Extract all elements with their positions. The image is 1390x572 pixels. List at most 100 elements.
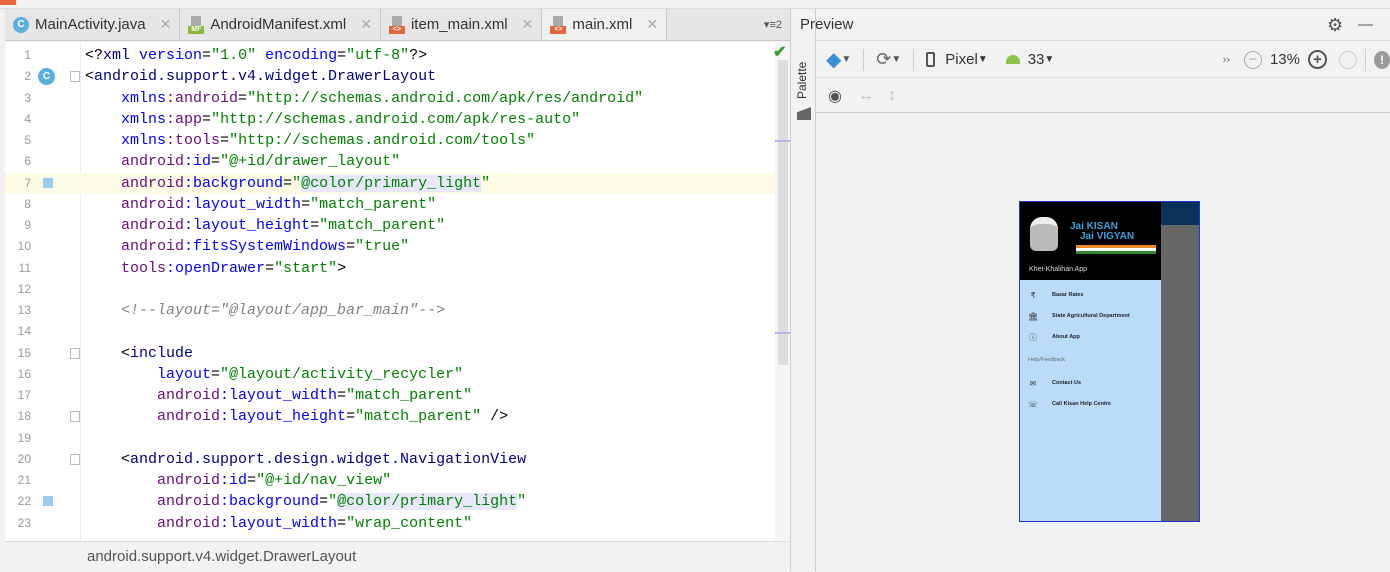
zoom-to-fit-icon[interactable] — [1339, 50, 1357, 69]
color-swatch-icon[interactable] — [43, 177, 53, 188]
fold-icon[interactable] — [70, 347, 80, 359]
code-token: xmlns — [121, 89, 167, 107]
design-surface-button[interactable]: ◆ ▼ — [826, 47, 851, 72]
code-line[interactable]: 7 android:background="@color/primary_lig… — [5, 172, 775, 194]
drawer-item-state-agri-dept[interactable]: 🏛 State Agricultural Department — [1020, 308, 1161, 324]
code-line[interactable]: 12 — [5, 279, 775, 300]
code-text: android:fitsSystemWindows="true" — [85, 236, 409, 257]
code-line[interactable]: 4 xmlns:app="http://schemas.android.com/… — [5, 109, 775, 130]
code-token: version — [139, 47, 203, 64]
chevron-down-icon: ▼ — [1044, 54, 1055, 65]
palette-tab[interactable]: Palette — [795, 60, 815, 100]
code-line[interactable]: 19 — [5, 428, 775, 449]
tab-android-manifest[interactable]: MF AndroidManifest.xml ✕ — [180, 9, 381, 40]
device-selector[interactable]: Pixel ▼ — [926, 51, 988, 68]
code-token: android — [121, 195, 185, 213]
device-preview[interactable]: Jai KISAN Jai VIGYAN Khet-Khalihan App ₹… — [1019, 201, 1200, 522]
code-line[interactable]: 23 android:layout_width="wrap_content" — [5, 513, 775, 534]
code-token: < — [85, 344, 131, 362]
code-editor[interactable]: 1 <?xml version="1.0" encoding="utf-8"?> 2… — [5, 42, 790, 541]
code-line[interactable]: 16 layout="@layout/activity_recycler" — [5, 364, 775, 385]
code-line[interactable]: 20 <android.support.design.widget.Naviga… — [5, 449, 775, 470]
class-gutter-icon[interactable]: C — [38, 68, 55, 86]
warning-icon[interactable]: ! — [1374, 50, 1390, 69]
code-token: encoding — [265, 47, 338, 64]
code-text: xmlns:app="http://schemas.android.com/ap… — [85, 109, 580, 130]
close-icon[interactable]: ✕ — [522, 16, 534, 33]
code-line[interactable]: 15 <include — [5, 343, 775, 364]
code-token: "true" — [355, 238, 410, 256]
tab-overflow-count: 2 — [775, 18, 782, 31]
horizontal-resize-icon[interactable]: ↔ — [858, 87, 874, 105]
drawer-item-bazar-rates[interactable]: ₹ Bazar Rates — [1020, 287, 1161, 303]
code-token: :tools — [166, 132, 221, 149]
code-line[interactable]: 10 android:fitsSystemWindows="true" — [5, 236, 775, 257]
code-line[interactable]: 6 android:id="@+id/drawer_layout" — [5, 151, 775, 172]
code-line[interactable]: 21 android:id="@+id/nav_view" — [5, 470, 775, 491]
code-line[interactable]: 3 xmlns:android="http://schemas.android.… — [5, 88, 775, 109]
design-canvas[interactable]: Jai KISAN Jai VIGYAN Khet-Khalihan App ₹… — [816, 114, 1390, 571]
close-icon[interactable]: ✕ — [646, 16, 658, 33]
tab-item-main[interactable]: <> item_main.xml ✕ — [381, 9, 543, 40]
code-token: "match_parent" — [310, 195, 437, 213]
code-token: @color/primary_light — [337, 493, 518, 511]
code-line[interactable]: 14 — [5, 321, 775, 342]
code-line[interactable]: 11 tools:openDrawer="start"> — [5, 258, 775, 279]
code-token: = — [247, 472, 257, 489]
color-swatch-icon[interactable] — [43, 496, 53, 507]
code-line[interactable]: 5 xmlns:tools="http://schemas.android.co… — [5, 130, 775, 151]
drawer-item-contact-us[interactable]: ✉ Contact Us — [1020, 375, 1161, 391]
eye-icon[interactable]: ◉ — [828, 86, 842, 106]
code-text: <!--layout="@layout/app_bar_main"--> — [85, 300, 445, 321]
code-token: " — [292, 174, 302, 192]
code-token: <? — [85, 47, 104, 64]
fold-icon[interactable] — [70, 411, 80, 423]
code-line[interactable]: 17 android:layout_width="match_parent" — [5, 385, 775, 406]
code-line[interactable]: 1 <?xml version="1.0" encoding="utf-8"?> — [5, 45, 775, 66]
settings-gear-icon[interactable]: ⚙ — [1327, 9, 1343, 41]
code-line[interactable]: 9 android:layout_height="match_parent" — [5, 215, 775, 236]
code-token: = — [301, 195, 311, 213]
code-token: = — [310, 217, 320, 234]
zoom-out-icon[interactable]: − — [1243, 50, 1262, 69]
code-token: :background — [184, 174, 284, 192]
more-actions-icon[interactable]: ›› — [1223, 54, 1230, 66]
code-token: "http://schemas.android.com/apk/res/andr… — [247, 89, 644, 107]
divider — [863, 48, 865, 71]
zoom-in-icon[interactable]: + — [1308, 50, 1327, 69]
line-number: 17 — [17, 388, 31, 402]
code-line[interactable]: 8 android:layout_width="match_parent" — [5, 194, 775, 215]
drawer-item-about-app[interactable]: ⓘ About App — [1020, 329, 1161, 345]
line-number: 23 — [17, 515, 31, 530]
code-token: :id — [184, 153, 212, 171]
tab-overflow-menu[interactable]: ▾≡ 2 — [764, 9, 790, 40]
code-text: android:layout_width="wrap_content" — [85, 513, 472, 534]
fold-icon[interactable] — [70, 453, 80, 465]
api-level-label: 33 — [1027, 51, 1045, 68]
code-line[interactable]: 18 android:layout_height="match_parent" … — [5, 406, 775, 427]
breadcrumb[interactable]: android.support.v4.widget.DrawerLayout — [5, 541, 790, 571]
drawer-item-call-help[interactable]: ☏ Call Kisan Help Centre — [1020, 396, 1161, 412]
close-icon[interactable]: ✕ — [160, 16, 172, 33]
line-number: 18 — [17, 409, 31, 424]
java-class-icon: C — [13, 16, 29, 33]
code-line[interactable]: 2 C <android.support.v4.widget.DrawerLayou… — [5, 66, 775, 87]
code-line[interactable]: 13 <!--layout="@layout/app_bar_main"--> — [5, 300, 775, 321]
fold-icon[interactable] — [70, 71, 80, 83]
code-token: = — [220, 132, 230, 149]
code-line[interactable]: 22 android:background="@color/primary_li… — [5, 491, 775, 512]
tab-main-xml[interactable]: <> main.xml ✕ — [542, 9, 668, 40]
minimize-icon[interactable]: — — [1358, 9, 1373, 41]
api-level-selector[interactable]: 33 ▼ — [1005, 51, 1055, 68]
tab-main-activity[interactable]: C MainActivity.java ✕ — [5, 9, 181, 40]
vertical-resize-icon[interactable]: ↕ — [888, 87, 896, 105]
code-token: = — [211, 153, 221, 171]
close-icon[interactable]: ✕ — [360, 16, 372, 33]
orientation-button[interactable]: ⟳ ▼ — [876, 49, 901, 70]
scrollbar-thumb[interactable] — [778, 60, 788, 365]
code-token: "@layout/activity_recycler" — [220, 365, 464, 383]
preview-panel: Preview ⚙ — ◆ ▼ ⟳ ▼ Pixel ▼ 33 ▼ ›› − 13% + … — [800, 9, 1390, 571]
